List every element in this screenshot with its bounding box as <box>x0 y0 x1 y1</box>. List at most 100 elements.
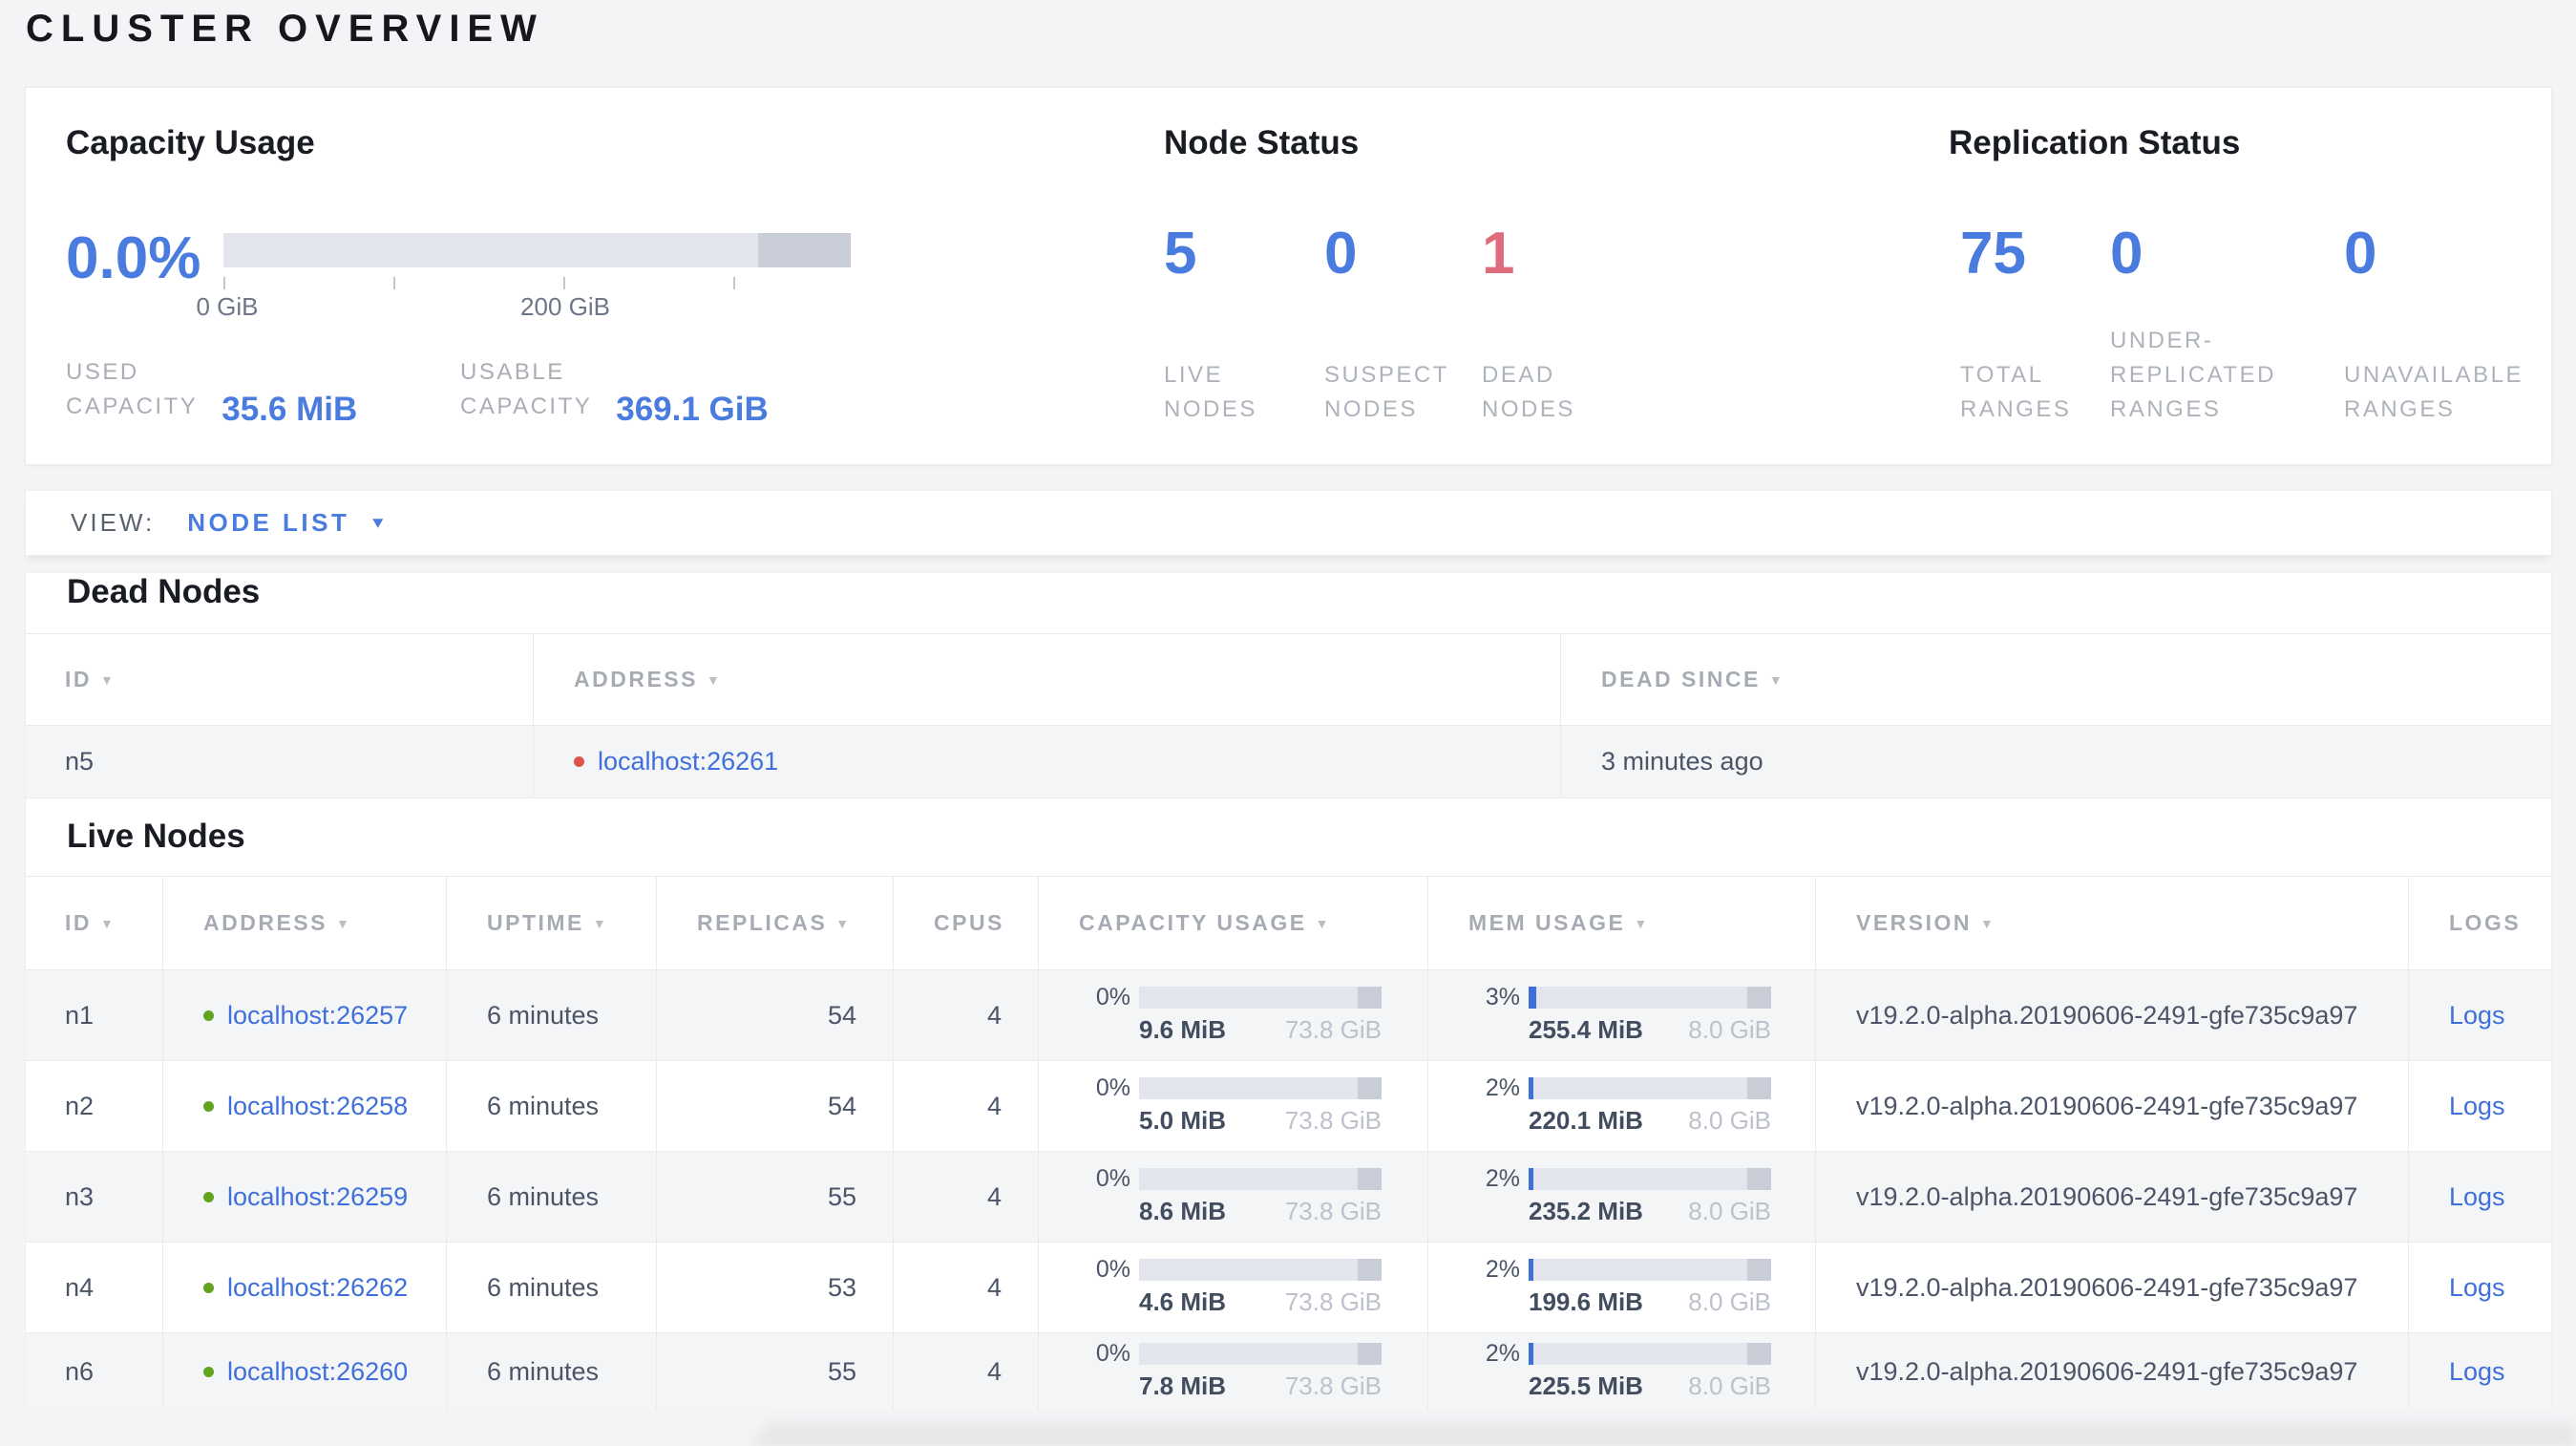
cluster-overview-page: CLUSTER OVERVIEW Capacity Usage Node Sta… <box>0 0 2576 1446</box>
capacity-bar-reserved-segment <box>758 233 851 267</box>
column-header-label: MEM USAGE <box>1468 910 1626 935</box>
status-label: LIVE NODES <box>1164 362 1257 422</box>
meter-reserved-segment <box>1747 1076 1771 1099</box>
mem-usage-used: 199.6 MiB <box>1529 1287 1643 1316</box>
capacity-usage-meter-row: 0% <box>1039 1165 1427 1192</box>
logs-link[interactable]: Logs <box>2449 1182 2505 1212</box>
live-node-address-link[interactable]: localhost:26262 <box>227 1273 408 1303</box>
live-node-id: n3 <box>26 1152 162 1243</box>
sort-desc-icon: ▼ <box>706 671 723 688</box>
mem-usage-values: 220.1 MiB 8.0 GiB <box>1529 1106 1771 1136</box>
capacity-usage-total: 73.8 GiB <box>1284 1196 1382 1225</box>
axis-tick <box>733 277 735 289</box>
cpus-value: 4 <box>893 1243 1038 1333</box>
view-bar: VIEW: NODE LIST ▼ <box>25 490 2552 556</box>
capacity-usage-meter-row: 0% <box>1039 1340 1427 1367</box>
sort-desc-icon: ▼ <box>100 671 116 688</box>
column-header-replicas[interactable]: REPLICAS ▼ <box>656 876 893 970</box>
sort-desc-icon: ▼ <box>335 915 352 931</box>
meter-reserved-segment <box>1358 1167 1382 1190</box>
mem-usage-meter-row: 2% <box>1428 1074 1815 1101</box>
replicas-value: 55 <box>656 1333 893 1410</box>
capacity-usage-values: 9.6 MiB 73.8 GiB <box>1139 1015 1382 1045</box>
mem-usage-total: 8.0 GiB <box>1688 1105 1771 1135</box>
usable-capacity-stat: USABLE CAPACITY 369.1 GiB <box>460 355 769 428</box>
live-node-id: n6 <box>26 1333 162 1410</box>
mem-usage-meter <box>1529 1167 1771 1190</box>
cpus-value: 4 <box>893 1333 1038 1410</box>
live-nodes-table: ID ▼ ADDRESS ▼ UPTIME ▼ REPLICAS ▼ CPUS CAPACITY … <box>26 876 2551 1410</box>
meter-reserved-segment <box>1358 1258 1382 1281</box>
status-value: 75 <box>1960 221 2026 287</box>
dead-nodes-heading: Dead Nodes <box>67 573 261 610</box>
column-header-id[interactable]: ID ▼ <box>26 876 162 970</box>
dead-node-address-link[interactable]: localhost:26261 <box>598 747 778 776</box>
cpus-value: 4 <box>893 1061 1038 1152</box>
column-header-label: ID <box>65 667 92 691</box>
column-header-id[interactable]: ID ▼ <box>26 633 533 726</box>
dead-node-id: n5 <box>26 726 533 798</box>
live-node-address-link[interactable]: localhost:26257 <box>227 1001 408 1031</box>
sort-desc-icon: ▼ <box>1634 915 1650 931</box>
column-header-label: ADDRESS <box>574 667 698 691</box>
logs-link[interactable]: Logs <box>2449 1273 2505 1303</box>
logs-link[interactable]: Logs <box>2449 1001 2505 1031</box>
column-header-dead-since[interactable]: DEAD SINCE ▼ <box>1560 633 2551 726</box>
mem-usage-total: 8.0 GiB <box>1688 1287 1771 1316</box>
column-header-address[interactable]: ADDRESS ▼ <box>162 876 446 970</box>
capacity-usage: 0% 9.6 MiB 73.8 GiB <box>1038 970 1427 1061</box>
version-value: v19.2.0-alpha.20190606-2491-gfe735c9a97 <box>1815 1061 2408 1152</box>
capacity-usage: 0% 7.8 MiB 73.8 GiB <box>1038 1333 1427 1410</box>
mem-usage-fill <box>1529 1343 1534 1365</box>
sort-desc-icon: ▼ <box>1980 915 1996 931</box>
capacity-usage-used: 9.6 MiB <box>1139 1014 1227 1044</box>
column-header-capacity-usage[interactable]: CAPACITY USAGE ▼ <box>1038 876 1427 970</box>
mem-usage-fill <box>1529 1258 1534 1281</box>
cpus-value: 4 <box>893 1152 1038 1243</box>
status-item-suspect: 0 SUSPECT NODES <box>1324 224 1482 427</box>
status-label: UNAVAILABLE RANGES <box>2344 362 2524 422</box>
capacity-usage-total: 73.8 GiB <box>1284 1014 1382 1044</box>
meter-reserved-segment <box>1747 1258 1771 1281</box>
column-header-uptime[interactable]: UPTIME ▼ <box>446 876 656 970</box>
column-header-logs: LOGS <box>2408 876 2551 970</box>
status-value: 0 <box>2344 221 2377 287</box>
live-node-address-link[interactable]: localhost:26259 <box>227 1182 408 1212</box>
mem-usage: 2% 235.2 MiB 8.0 GiB <box>1427 1152 1815 1243</box>
live-node-address-link[interactable]: localhost:26258 <box>227 1092 408 1121</box>
meter-reserved-segment <box>1358 1076 1382 1099</box>
uptime-value: 6 minutes <box>446 970 656 1061</box>
replication-status-columns: 75 TOTAL RANGES 0 UNDER- REPLICATED RANGES 0… <box>1960 224 2554 427</box>
column-header-label: ID <box>65 910 92 935</box>
mem-usage-percent: 2% <box>1485 1340 1520 1367</box>
sort-desc-icon: ▼ <box>100 915 116 931</box>
view-selector-dropdown[interactable]: NODE LIST ▼ <box>187 508 387 538</box>
capacity-usage-percent: 0% <box>1095 1074 1130 1101</box>
column-header-label: CAPACITY USAGE <box>1079 910 1307 935</box>
column-header-mem-usage[interactable]: MEM USAGE ▼ <box>1427 876 1815 970</box>
column-header-version[interactable]: VERSION ▼ <box>1815 876 2408 970</box>
column-header-label: LOGS <box>2449 910 2522 935</box>
nodes-panel: Dead Nodes ID ▼ ADDRESS ▼ DEAD SINCE ▼ n5 local… <box>25 572 2552 1411</box>
node-live-icon <box>203 1367 214 1377</box>
replication-status-heading: Replication Status <box>1949 124 2241 161</box>
mem-usage-values: 199.6 MiB 8.0 GiB <box>1529 1287 1771 1317</box>
status-item-dead: 1 DEAD NODES <box>1482 224 1635 427</box>
status-item-under: 0 UNDER- REPLICATED RANGES <box>2110 224 2344 427</box>
meter-reserved-segment <box>1747 986 1771 1009</box>
mem-usage-percent: 2% <box>1485 1164 1520 1192</box>
column-header-label: CPUS <box>934 910 1004 935</box>
uptime-value: 6 minutes <box>446 1152 656 1243</box>
capacity-usage-heading: Capacity Usage <box>66 124 315 161</box>
column-header-address[interactable]: ADDRESS ▼ <box>533 633 1560 726</box>
used-capacity-stat: USED CAPACITY 35.6 MiB <box>66 355 357 428</box>
live-node-address: localhost:26260 <box>162 1333 446 1410</box>
node-live-icon <box>203 1010 214 1021</box>
axis-tick-label: 0 GiB <box>196 292 259 321</box>
live-node-address-link[interactable]: localhost:26260 <box>227 1357 408 1387</box>
logs-link[interactable]: Logs <box>2449 1357 2505 1387</box>
version-value: v19.2.0-alpha.20190606-2491-gfe735c9a97 <box>1815 1243 2408 1333</box>
capacity-usage-meter <box>1139 1076 1382 1099</box>
live-node-address: localhost:26262 <box>162 1243 446 1333</box>
logs-link[interactable]: Logs <box>2449 1092 2505 1121</box>
